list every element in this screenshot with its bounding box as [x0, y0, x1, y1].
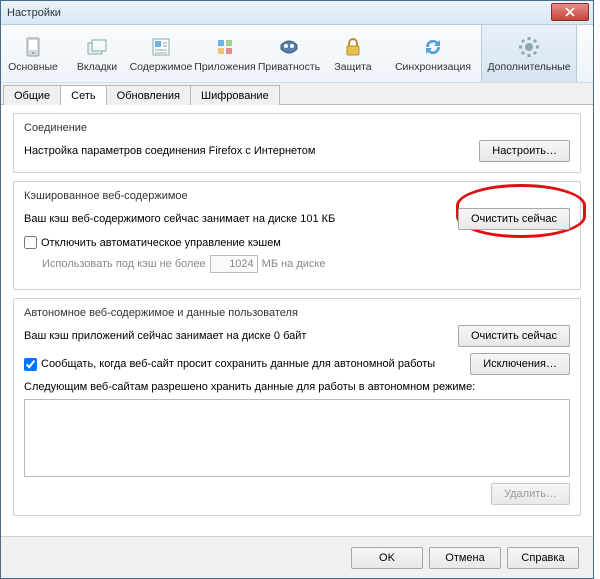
help-button[interactable]: Справка	[507, 547, 579, 569]
tab-encryption[interactable]: Шифрование	[190, 85, 280, 105]
window-title: Настройки	[7, 7, 61, 19]
toolbar-applications[interactable]: Приложения	[193, 25, 257, 82]
close-button[interactable]	[551, 3, 589, 21]
panel-network: Соединение Настройка параметров соединен…	[1, 105, 593, 536]
offline-sites-list[interactable]	[24, 399, 570, 477]
group-connection: Соединение Настройка параметров соединен…	[13, 113, 581, 173]
settings-window: Настройки Основные Вкладки Содержимое Пр…	[0, 0, 594, 579]
toolbar-label: Приложения	[194, 61, 255, 73]
toolbar-label: Содержимое	[130, 61, 193, 73]
notify-offline-label: Сообщать, когда веб-сайт просит сохранит…	[41, 358, 470, 370]
toolbar-label: Вкладки	[77, 61, 117, 73]
clear-cache-button[interactable]: Очистить сейчас	[458, 208, 570, 230]
titlebar: Настройки	[1, 1, 593, 25]
cache-limit-label-pre: Использовать под кэш не более	[42, 258, 206, 270]
offline-list-label: Следующим веб-сайтам разрешено хранить д…	[24, 381, 475, 393]
lock-icon	[341, 35, 365, 59]
connection-desc: Настройка параметров соединения Firefox …	[24, 145, 479, 157]
toolbar: Основные Вкладки Содержимое Приложения П…	[1, 25, 593, 83]
toolbar-general[interactable]: Основные	[1, 25, 65, 82]
notify-offline-checkbox[interactable]	[24, 358, 37, 371]
toolbar-tabs[interactable]: Вкладки	[65, 25, 129, 82]
tab-network[interactable]: Сеть	[60, 85, 106, 105]
tab-updates[interactable]: Обновления	[106, 85, 191, 105]
group-offline-content: Автономное веб-содержимое и данные польз…	[13, 298, 581, 516]
cancel-button[interactable]: Отмена	[429, 547, 501, 569]
apps-icon	[213, 35, 237, 59]
cache-size-input[interactable]	[210, 255, 258, 273]
toolbar-advanced[interactable]: Дополнительные	[481, 25, 577, 82]
toolbar-security[interactable]: Защита	[321, 25, 385, 82]
exceptions-button[interactable]: Исключения…	[470, 353, 570, 375]
toolbar-label: Дополнительные	[487, 61, 570, 73]
gear-icon	[517, 35, 541, 59]
toolbar-sync[interactable]: Синхронизация	[385, 25, 481, 82]
group-title: Кэшированное веб-содержимое	[24, 190, 570, 202]
toolbar-label: Синхронизация	[395, 61, 471, 73]
tabs-icon	[85, 35, 109, 59]
close-icon	[565, 7, 575, 17]
override-cache-label: Отключить автоматическое управление кэше…	[41, 237, 281, 249]
group-title: Соединение	[24, 122, 570, 134]
group-cached-content: Кэшированное веб-содержимое Ваш кэш веб-…	[13, 181, 581, 290]
remove-site-button: Удалить…	[491, 483, 570, 505]
toolbar-label: Основные	[8, 61, 58, 73]
connection-settings-button[interactable]: Настроить…	[479, 140, 570, 162]
group-title: Автономное веб-содержимое и данные польз…	[24, 307, 570, 319]
toolbar-content[interactable]: Содержимое	[129, 25, 193, 82]
ok-button[interactable]: OK	[351, 547, 423, 569]
subtabs: Общие Сеть Обновления Шифрование	[1, 83, 593, 105]
sync-icon	[421, 35, 445, 59]
dialog-footer: OK Отмена Справка	[1, 536, 593, 578]
tab-general[interactable]: Общие	[3, 85, 61, 105]
general-icon	[21, 35, 45, 59]
toolbar-label: Приватность	[258, 61, 320, 73]
appcache-usage-text: Ваш кэш приложений сейчас занимает на ди…	[24, 330, 458, 342]
clear-appcache-button[interactable]: Очистить сейчас	[458, 325, 570, 347]
content-icon	[149, 35, 173, 59]
cache-limit-label-post: МБ на диске	[262, 258, 326, 270]
cache-usage-text: Ваш кэш веб-содержимого сейчас занимает …	[24, 213, 458, 225]
override-cache-checkbox[interactable]	[24, 236, 37, 249]
privacy-icon	[277, 35, 301, 59]
toolbar-privacy[interactable]: Приватность	[257, 25, 321, 82]
toolbar-label: Защита	[334, 61, 371, 73]
